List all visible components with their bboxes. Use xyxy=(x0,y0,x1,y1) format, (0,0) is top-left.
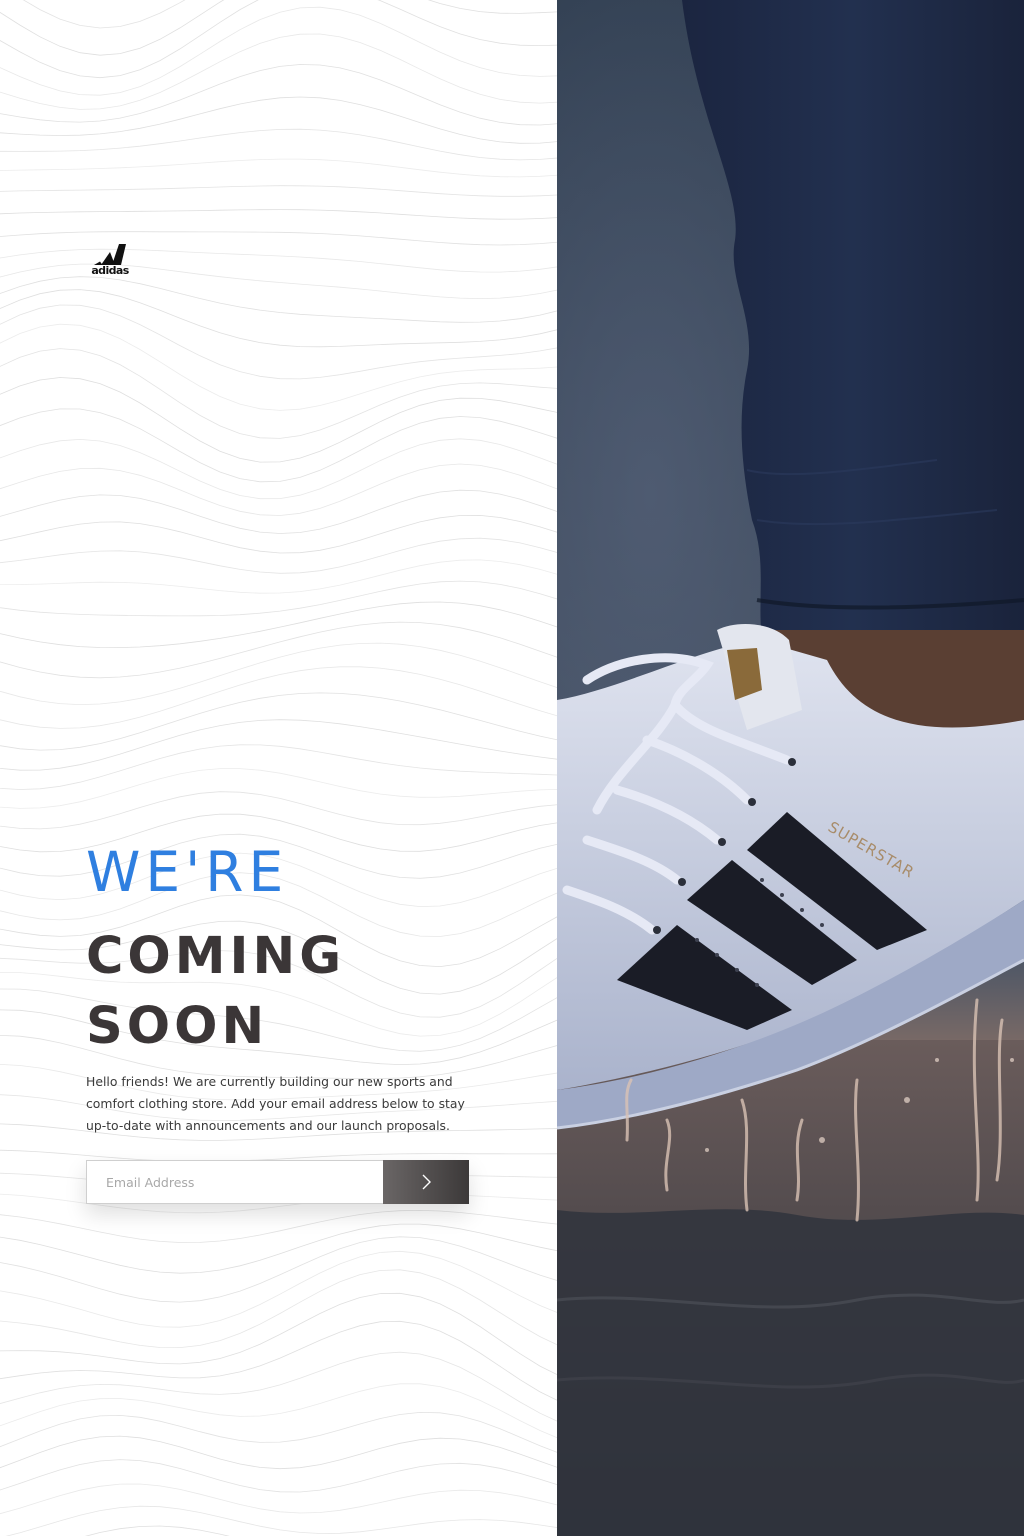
wave-line xyxy=(0,96,557,144)
wave-line xyxy=(0,489,557,534)
wave-line xyxy=(0,408,557,483)
coming-soon-page: adidas WE'RE COMING SOON Hello friends! … xyxy=(0,0,1024,1536)
wave-line xyxy=(0,158,557,178)
headline-coming-soon: COMING SOON xyxy=(86,922,345,1062)
brand-logo[interactable]: adidas xyxy=(86,242,134,276)
headline-were: WE'RE xyxy=(86,840,289,904)
subscribe-form xyxy=(86,1160,469,1204)
wave-line xyxy=(0,1236,557,1303)
wave-line xyxy=(0,1269,557,1349)
wave-line xyxy=(0,621,557,679)
wave-line xyxy=(0,768,557,809)
wave-line xyxy=(0,323,557,411)
wave-line xyxy=(0,248,557,273)
wave-line xyxy=(5,1505,557,1536)
wave-line xyxy=(0,559,557,594)
brand-wordmark: adidas xyxy=(91,264,129,277)
wave-line xyxy=(0,1250,557,1328)
wave-line xyxy=(0,209,557,220)
wave-line xyxy=(0,692,557,751)
wave-line xyxy=(0,1292,557,1376)
submit-button[interactable] xyxy=(383,1160,469,1204)
wave-line xyxy=(0,128,557,161)
wave-line xyxy=(0,0,557,79)
content-panel: adidas WE'RE COMING SOON Hello friends! … xyxy=(0,0,557,1536)
wave-line xyxy=(0,537,557,574)
wave-line xyxy=(0,1383,557,1439)
wave-line xyxy=(22,0,186,29)
wave-line xyxy=(0,601,557,649)
wave-line xyxy=(0,666,557,729)
sneaker-splash-photo: SUPERSTAR xyxy=(557,0,1024,1536)
headline-coming: COMING xyxy=(86,927,346,986)
wave-line xyxy=(0,231,557,246)
wave-line xyxy=(84,1525,230,1536)
wave-line xyxy=(0,0,557,56)
wave-line xyxy=(0,463,557,516)
intro-paragraph: Hello friends! We are currently building… xyxy=(86,1074,465,1133)
wave-line xyxy=(0,580,557,617)
wave-line xyxy=(0,185,557,197)
chevron-right-icon xyxy=(422,1174,431,1190)
wave-line xyxy=(0,263,557,300)
email-input[interactable] xyxy=(86,1160,383,1204)
wave-line xyxy=(0,348,557,439)
wave-line xyxy=(0,514,557,554)
wave-line-pattern xyxy=(0,0,557,1536)
headline-soon: SOON xyxy=(86,997,269,1056)
wave-line xyxy=(0,1411,557,1453)
wave-line xyxy=(0,377,557,463)
wave-line xyxy=(0,791,557,830)
wave-line xyxy=(0,1483,557,1515)
wave-line xyxy=(0,1351,557,1422)
hero-image: SUPERSTAR xyxy=(557,0,1024,1536)
wave-line xyxy=(0,744,557,790)
wave-line xyxy=(0,6,557,96)
wave-line xyxy=(0,1459,557,1493)
wave-line xyxy=(0,276,557,323)
adidas-three-stripes-logo-icon xyxy=(94,244,126,265)
wave-line xyxy=(0,1209,557,1243)
